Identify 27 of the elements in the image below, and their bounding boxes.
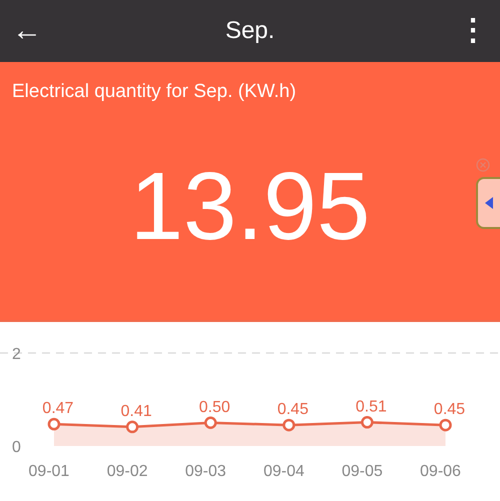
x-axis-label: 09-06 [420,463,461,480]
x-axis-label: 09-01 [28,463,70,480]
data-point [282,418,296,432]
data-label: 0.41 [120,402,152,420]
y-axis-label: 2 [12,346,21,363]
data-point [126,420,139,434]
data-point [48,418,60,430]
triangle-left-icon [485,197,493,209]
y-axis-label: 0 [12,439,21,456]
x-axis-label: 09-02 [106,463,148,480]
total-value: 13.95 [130,158,370,254]
data-label: 0.50 [199,398,230,416]
x-axis-label: 09-03 [185,463,226,480]
data-point [360,416,374,429]
x-axis-label: 09-05 [342,463,383,480]
data-label: 0.45 [434,401,466,418]
data-point [204,416,217,429]
side-pull-tab[interactable] [476,177,500,229]
data-label: 0.51 [356,398,387,416]
data-label: 0.45 [277,401,308,418]
data-label: 0.47 [42,400,74,418]
x-axis-label: 09-04 [263,463,304,480]
data-point [439,418,452,432]
more-menu-button[interactable]: ⋮ [458,16,488,46]
back-button[interactable]: ← [12,16,42,46]
summary-label: Electrical quantity for Sep. (KW.h) [12,80,296,104]
screen-title: Sep. [225,16,275,46]
